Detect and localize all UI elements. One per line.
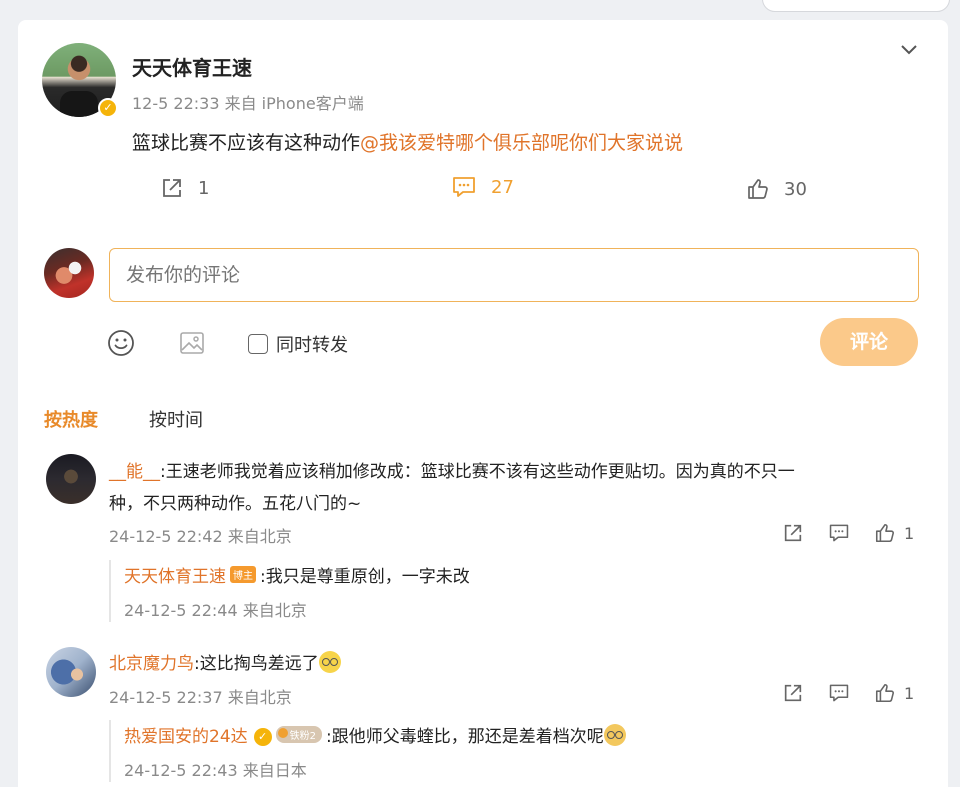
reply-body: :跟他师父毒蝰比，那还是差着档次呢	[326, 727, 604, 747]
blogger-badge: 博主	[230, 566, 256, 583]
reply-text: 天天体育王速 博主:我只是尊重原创，一字未改	[124, 562, 470, 587]
comment-like-count: 1	[904, 523, 915, 543]
cat-emoji-icon	[603, 724, 626, 746]
post-body: 篮球比赛不应该有这种动作	[132, 132, 361, 154]
reply-time: 24-12-5 22:44 来自北京	[124, 601, 307, 620]
comment-actions: 1	[760, 682, 914, 704]
reply-time: 24-12-5 22:43 来自日本	[124, 761, 307, 780]
like-icon[interactable]	[874, 682, 896, 704]
submit-comment-button[interactable]: 评论	[820, 318, 918, 366]
reply-block: 热爱国安的24达 ✓ 铁粉2:跟他师父毒蝰比，那还是差着档次呢 24-12-5 22…	[109, 720, 626, 782]
comment-input[interactable]	[109, 248, 919, 302]
checkbox[interactable]	[248, 334, 268, 354]
like-icon[interactable]	[874, 522, 896, 544]
comment-avatar[interactable]	[46, 454, 96, 504]
weibo-post-card: ✓ 天天体育王速 12-5 22:33 来自 iPhone客户端 篮球比赛不应该…	[18, 20, 948, 787]
comment-icon[interactable]	[828, 522, 850, 544]
comment-text-continued: 种，不只两种动作。五花八门的~	[109, 494, 362, 514]
emoji-icon[interactable]	[107, 329, 135, 357]
post-meta: 12-5 22:33 来自 iPhone客户端	[132, 94, 364, 113]
comment-icon	[453, 177, 475, 197]
like-count: 30	[784, 178, 807, 200]
fan-badge: 铁粉2	[275, 726, 323, 743]
post-text: 篮球比赛不应该有这种动作@我该爱特哪个俱乐部呢你们大家说说	[132, 128, 683, 155]
reply-text: 热爱国安的24达 ✓ 铁粉2:跟他师父毒蝰比，那还是差着档次呢	[124, 722, 626, 747]
verified-icon: ✓	[253, 728, 272, 746]
comment-text: __能__:王速老师我觉着应该稍加修改成：篮球比赛不该有这些动作更贴切。因为真的…	[109, 457, 795, 482]
comment-time: 24-12-5 22:37 来自北京	[109, 688, 292, 707]
my-avatar[interactable]	[44, 248, 94, 298]
share-icon[interactable]	[782, 522, 804, 544]
tab-sort-hot[interactable]: 按热度	[44, 406, 98, 432]
tab-sort-time[interactable]: 按时间	[149, 406, 203, 432]
chevron-down-icon[interactable]	[898, 38, 920, 60]
comment-username[interactable]: __能__	[109, 462, 160, 482]
reply-username[interactable]: 热爱国安的24达	[124, 727, 248, 747]
image-icon[interactable]	[178, 329, 206, 357]
comment-button[interactable]: 27	[451, 175, 514, 199]
comment-time: 24-12-5 22:42 来自北京	[109, 527, 292, 546]
comment-count: 27	[491, 176, 514, 198]
comment-actions: 1	[760, 522, 914, 544]
share-button[interactable]: 1	[160, 176, 209, 200]
share-icon	[163, 179, 181, 197]
verified-icon: ✓	[98, 98, 118, 118]
search-box-fragment[interactable]	[762, 0, 950, 12]
comment-like-count: 1	[904, 683, 915, 703]
comment-avatar[interactable]	[46, 647, 96, 697]
comment-body: :王速老师我觉着应该稍加修改成：篮球比赛不该有这些动作更贴切。因为真的不只一	[160, 462, 795, 482]
like-button[interactable]: 30	[746, 177, 807, 201]
repost-checkbox[interactable]: 同时转发	[248, 331, 348, 357]
reply-body: :我只是尊重原创，一字未改	[260, 567, 470, 587]
share-icon[interactable]	[782, 682, 804, 704]
post-mention[interactable]: @我该爱特哪个俱乐部呢你们大家说说	[360, 132, 683, 154]
reply-block: 天天体育王速 博主:我只是尊重原创，一字未改 24-12-5 22:44 来自北京	[109, 560, 470, 622]
comment-text: 北京魔力鸟:这比掏鸟差远了	[109, 649, 341, 674]
comment-icon[interactable]	[828, 682, 850, 704]
author-name[interactable]: 天天体育王速	[132, 52, 252, 81]
share-count: 1	[198, 177, 210, 199]
top-bar-fragment	[0, 0, 960, 20]
comment-body: :这比掏鸟差远了	[194, 654, 319, 674]
reply-username[interactable]: 天天体育王速	[124, 567, 226, 587]
repost-label: 同时转发	[276, 335, 348, 356]
like-icon	[748, 179, 768, 199]
glasses-emoji-icon	[318, 651, 341, 673]
comment-username[interactable]: 北京魔力鸟	[109, 654, 194, 674]
